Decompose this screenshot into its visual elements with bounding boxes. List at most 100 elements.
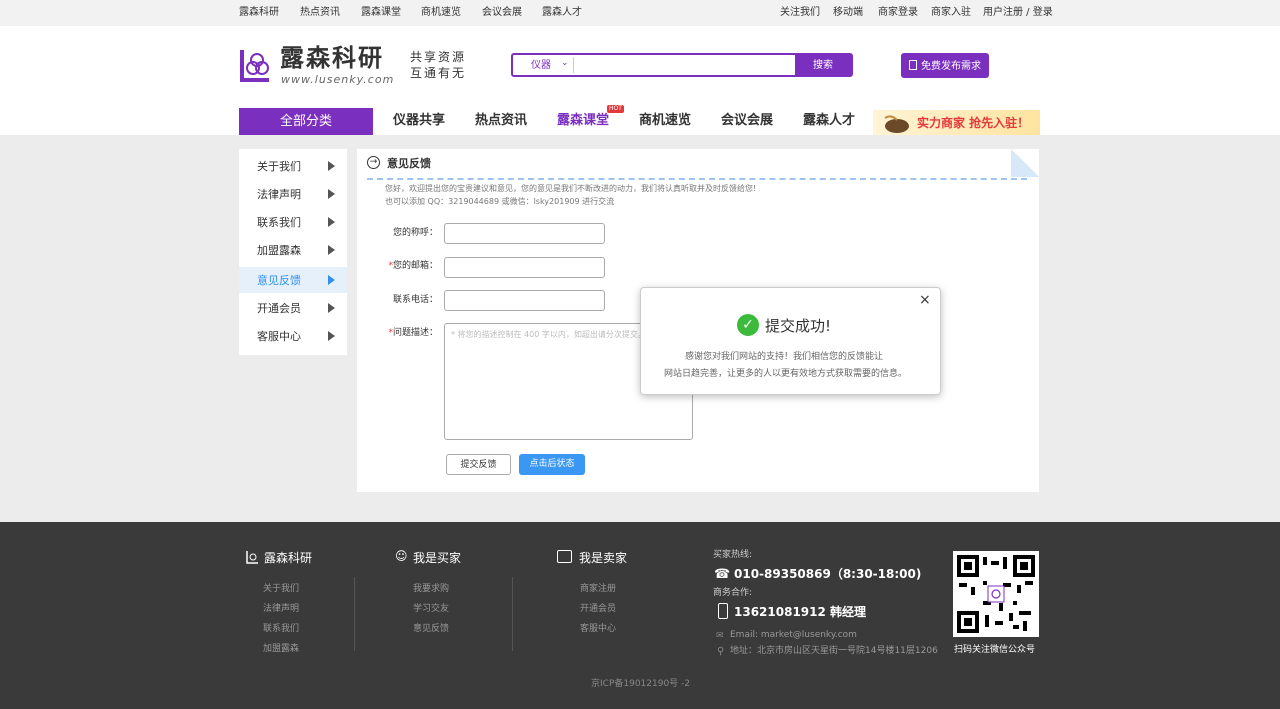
footer-link-about[interactable]: 关于我们 <box>263 584 299 595</box>
search-divider <box>573 57 574 73</box>
sidebar-item-about[interactable]: 关于我们 <box>239 153 347 181</box>
footer-col1-title: 露森科研 <box>264 551 313 565</box>
sidebar-item-label: 联系我们 <box>257 216 301 229</box>
footer-link-join[interactable]: 加盟露森 <box>263 644 299 655</box>
footer-address: 地址：北京市房山区天星街一号院14号楼11层1206 <box>730 646 938 656</box>
search-button[interactable]: 搜索 <box>795 55 851 75</box>
email-label-text: 您的邮箱： <box>392 261 438 271</box>
search-input[interactable] <box>577 56 795 74</box>
phone-icon: ☎ <box>714 567 731 582</box>
topbar-link-merchant-login[interactable]: 商家登录 <box>878 7 918 19</box>
sidebar-item-feedback[interactable]: 意见反馈 <box>239 267 347 293</box>
sidebar-item-label: 客服中心 <box>257 330 301 343</box>
nav-item-meeting[interactable]: 会议会展 <box>721 113 773 129</box>
sidebar-item-label: 意见反馈 <box>257 274 301 287</box>
footer-col3-title: 我是卖家 <box>579 551 628 565</box>
arrow-circle-icon: → <box>367 156 380 169</box>
hot-badge: HOT <box>607 105 624 113</box>
document-icon <box>909 60 917 70</box>
nav-item-instrument[interactable]: 仪器共享 <box>393 113 445 129</box>
sidebar-item-label: 关于我们 <box>257 160 301 173</box>
topbar-link-business[interactable]: 商机速览 <box>421 7 461 19</box>
logo-icon <box>246 549 260 565</box>
mobile-icon <box>718 603 728 619</box>
clicked-state-button[interactable]: 点击后状态 <box>519 454 585 475</box>
submit-feedback-button[interactable]: 提交反馈 <box>446 454 511 475</box>
topbar-link-merchant-join[interactable]: 商家入驻 <box>931 7 971 19</box>
footer-email: Email: market@lusenky.com <box>730 630 857 640</box>
slogan-line-1: 共享资源 <box>410 50 467 64</box>
topbar-link-talent[interactable]: 露森人才 <box>542 7 582 19</box>
footer-link-learn[interactable]: 学习交友 <box>413 604 449 615</box>
topbar-link-home[interactable]: 露森科研 <box>239 7 279 19</box>
search-category-label: 仪器 <box>531 60 551 71</box>
footer-link-membership[interactable]: 开通会员 <box>580 604 616 615</box>
footer-link-service[interactable]: 客服中心 <box>580 624 616 635</box>
top-bar: 露森科研 热点资讯 露森课堂 商机速览 会议会展 露森人才 关注我们 移动端 商… <box>0 0 1280 26</box>
arrow-right-icon <box>328 245 335 255</box>
store-icon <box>557 550 572 563</box>
logo-icon[interactable] <box>239 44 275 86</box>
topbar-link-follow[interactable]: 关注我们 <box>780 7 820 19</box>
business-phone: 13621081912 韩经理 <box>734 605 867 619</box>
publish-demand-button[interactable]: 免费发布需求 <box>901 53 989 78</box>
all-categories-button[interactable]: 全部分类 <box>239 108 373 135</box>
nav-item-business[interactable]: 商机速览 <box>639 113 691 129</box>
mail-icon: ✉ <box>716 631 724 641</box>
merchant-join-banner[interactable]: 实力商家 抢先入驻！ <box>873 110 1040 135</box>
email-input[interactable] <box>444 257 605 278</box>
arrow-right-icon <box>328 331 335 341</box>
page: 露森科研 热点资讯 露森课堂 商机速览 会议会展 露森人才 关注我们 移动端 商… <box>0 0 1280 709</box>
phone-input[interactable] <box>444 290 605 311</box>
footer-link-contact[interactable]: 联系我们 <box>263 624 299 635</box>
publish-demand-label: 免费发布需求 <box>921 61 981 72</box>
topbar-link-user-login[interactable]: 用户注册 / 登录 <box>983 7 1053 19</box>
footer-link-feedback[interactable]: 意见反馈 <box>413 624 449 635</box>
footer-divider <box>512 577 513 651</box>
dashed-divider <box>367 178 1027 180</box>
topbar-link-mobile[interactable]: 移动端 <box>833 7 863 19</box>
hotline-number: 010-89350869（8:30-18:00) <box>734 567 922 581</box>
chevron-down-icon: ⌄ <box>561 58 569 68</box>
search-bar: 仪器 ⌄ 搜索 <box>511 53 853 77</box>
qr-caption: 扫码关注微信公众号 <box>954 645 1036 655</box>
sidebar-item-service[interactable]: 客服中心 <box>239 323 347 351</box>
sidebar-item-label: 加盟露森 <box>257 244 301 257</box>
wechat-qr-code <box>953 551 1039 637</box>
footer-link-legal[interactable]: 法律声明 <box>263 604 299 615</box>
sidebar-item-membership[interactable]: 开通会员 <box>239 295 347 323</box>
arrow-right-icon <box>328 189 335 199</box>
business-label: 商务合作: <box>713 588 753 598</box>
sidebar-item-legal[interactable]: 法律声明 <box>239 181 347 209</box>
footer-divider <box>354 577 355 651</box>
close-icon[interactable]: × <box>919 292 931 309</box>
arrow-right-icon <box>328 303 335 313</box>
success-title: 提交成功! <box>765 317 832 335</box>
sidebar-item-join[interactable]: 加盟露森 <box>239 237 347 265</box>
nav-item-news[interactable]: 热点资讯 <box>475 113 527 129</box>
phone-label: 联系电话： <box>392 295 438 305</box>
name-input[interactable] <box>444 223 605 244</box>
topbar-link-class[interactable]: 露森课堂 <box>361 7 401 19</box>
location-icon: ⚲ <box>717 646 725 657</box>
logo-url: www.lusenky.com <box>281 73 395 86</box>
topbar-link-meeting[interactable]: 会议会展 <box>482 7 522 19</box>
hotline-label: 买家热线: <box>713 550 753 560</box>
search-category-select[interactable]: 仪器 ⌄ <box>513 55 573 75</box>
sidebar-item-label: 开通会员 <box>257 302 301 315</box>
nav-item-class[interactable]: 露森课堂 <box>557 113 609 129</box>
sidebar-item-label: 法律声明 <box>257 188 301 201</box>
footer-col2-title: 我是买家 <box>413 551 462 565</box>
logo-title: 露森科研 <box>280 44 384 72</box>
footer-link-merchant-register[interactable]: 商家注册 <box>580 584 616 595</box>
name-label: 您的称呼： <box>392 228 438 238</box>
nav-item-talent[interactable]: 露森人才 <box>803 113 855 129</box>
slogan-line-2: 互通有无 <box>410 66 467 80</box>
description-label: *问题描述： <box>378 328 438 339</box>
sidebar: 关于我们 法律声明 联系我们 加盟露森 意见反馈 开通会员 客服中心 <box>239 149 347 355</box>
sidebar-item-contact[interactable]: 联系我们 <box>239 209 347 237</box>
footer-link-request[interactable]: 我要求购 <box>413 584 449 595</box>
topbar-link-news[interactable]: 热点资讯 <box>300 7 340 19</box>
success-message-line-1: 感谢您对我们网站的支持！我们相信您的反馈能让 <box>685 352 884 362</box>
panel-title: 意见反馈 <box>387 157 431 170</box>
